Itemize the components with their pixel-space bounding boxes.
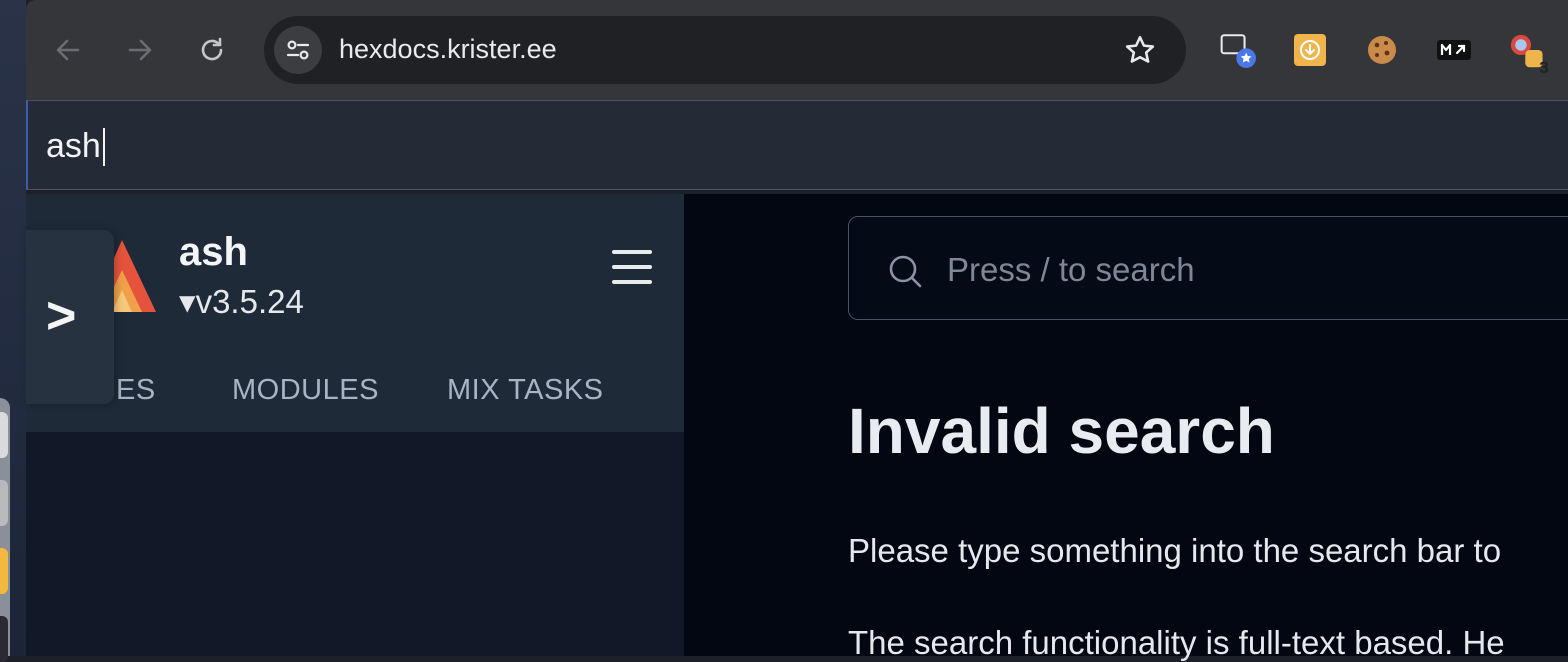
url-text[interactable]: hexdocs.krister.ee [339, 34, 557, 65]
extension-badge-count: 3 [1539, 58, 1549, 77]
markdown-icon [1437, 40, 1471, 60]
dock [0, 398, 10, 662]
dock-app-tile[interactable] [0, 480, 8, 526]
sidebar-search-input[interactable]: ash [26, 100, 1568, 190]
chevron-right-icon: > [46, 287, 77, 345]
dock-app-tile[interactable] [0, 548, 8, 594]
hamburger-line [612, 280, 652, 284]
bookmark-star-button[interactable] [1122, 32, 1158, 73]
extension-profile[interactable]: 3 [1508, 32, 1549, 77]
project-name[interactable]: ash [179, 230, 248, 275]
extension-pip-star[interactable] [1220, 32, 1256, 68]
reload-button[interactable] [192, 30, 232, 70]
search-input[interactable]: Press / to search [848, 216, 1568, 320]
hamburger-line [612, 250, 652, 254]
forward-button[interactable] [120, 30, 160, 70]
menu-button[interactable] [612, 250, 652, 284]
back-button[interactable] [48, 30, 88, 70]
text-caret [102, 127, 105, 166]
back-arrow-icon [56, 39, 80, 61]
body-paragraph: Please type something into the search ba… [848, 532, 1502, 569]
page-title: Invalid search [848, 395, 1275, 467]
search-icon [889, 255, 922, 288]
main-content: Press / to search Invalid search Please … [684, 194, 1568, 661]
address-bar[interactable]: hexdocs.krister.ee [264, 16, 1186, 84]
sidebar-search-value: ash [46, 127, 101, 165]
site-info-button[interactable] [274, 26, 322, 74]
forward-arrow-icon [128, 39, 152, 61]
sidebar: ash ▾v3.5.24 IDES MODULES MIX TASKS [26, 194, 684, 656]
desktop-edge [0, 0, 26, 662]
download-badge-icon [1294, 34, 1326, 66]
reload-icon [201, 37, 223, 61]
search-placeholder: Press / to search [947, 251, 1195, 288]
tab-mix-tasks[interactable]: MIX TASKS [447, 374, 604, 407]
cookie-icon [1368, 36, 1396, 64]
version-dropdown[interactable]: ▾v3.5.24 [179, 282, 304, 321]
sidebar-header: ash ▾v3.5.24 IDES MODULES MIX TASKS [26, 194, 684, 432]
dock-app-tile[interactable] [0, 616, 8, 662]
tune-icon [286, 40, 310, 60]
tab-modules[interactable]: MODULES [232, 374, 379, 407]
picture-in-picture-star-icon [1220, 34, 1256, 68]
browser-toolbar: hexdocs.krister.ee 3 [26, 0, 1568, 100]
extension-markdown[interactable] [1436, 32, 1472, 68]
star-outline-icon [1125, 35, 1155, 63]
body-paragraph: The search functionality is full-text ba… [848, 624, 1505, 661]
extension-download[interactable] [1292, 32, 1328, 68]
hamburger-line [612, 265, 652, 269]
extension-cookie[interactable] [1364, 32, 1400, 68]
sidebar-collapse-button[interactable]: > [26, 230, 114, 404]
dock-app-tile[interactable] [0, 412, 8, 458]
